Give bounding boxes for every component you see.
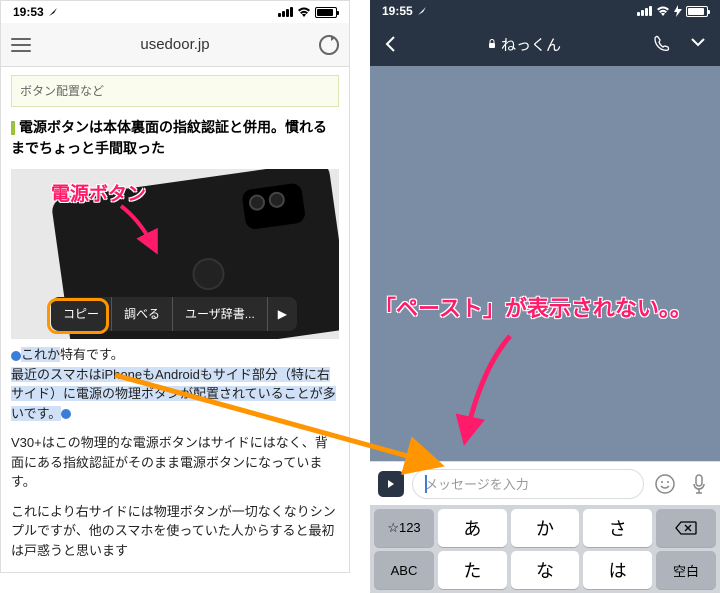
category-box: ボタン配置など xyxy=(11,75,339,107)
key-sa[interactable]: さ xyxy=(583,509,652,547)
signal-icon xyxy=(637,6,652,16)
status-time: 19:55 xyxy=(382,4,413,18)
key-delete[interactable] xyxy=(656,509,716,547)
emoji-button[interactable] xyxy=(652,471,678,497)
battery-icon xyxy=(686,6,708,17)
article-heading: 電源ボタンは本体裏面の指紋認証と併用。慣れるまでちょっと手間取った xyxy=(11,117,339,159)
lock-icon xyxy=(487,39,497,49)
chevron-down-icon[interactable] xyxy=(690,34,706,50)
chat-title: ねっくん xyxy=(487,34,561,55)
lookup-button[interactable]: 調べる xyxy=(112,297,173,331)
heading-text: 電源ボタンは本体裏面の指紋認証と併用。慣れるまでちょっと手間取った xyxy=(11,119,327,156)
mic-button[interactable] xyxy=(686,471,712,497)
key-ka[interactable]: か xyxy=(511,509,580,547)
input-placeholder: メッセージを入力 xyxy=(425,474,529,493)
signal-icon xyxy=(278,7,293,17)
key-ta[interactable]: た xyxy=(438,551,507,589)
page-content: ボタン配置など 電源ボタンは本体裏面の指紋認証と併用。慣れるまでちょっと手間取っ… xyxy=(1,67,349,578)
paragraph-3: これにより右サイドには物理ボタンが一切なくなりシンプルですが、他のスマホを使って… xyxy=(11,502,339,561)
fingerprint-sensor-icon xyxy=(190,256,226,292)
message-input[interactable]: メッセージを入力 xyxy=(412,469,644,499)
text-cursor-icon xyxy=(425,475,427,493)
selection-handle-start-icon[interactable] xyxy=(11,351,21,361)
wifi-icon xyxy=(297,7,311,17)
camera-lens-icon xyxy=(241,182,306,230)
product-photo[interactable]: 電源ボタン コピー 調べる ユーザ辞書... ▶ xyxy=(11,169,339,339)
more-button[interactable]: ▶ xyxy=(268,297,297,331)
menu-icon[interactable] xyxy=(11,38,31,52)
status-time: 19:53 xyxy=(13,5,44,19)
selected-paragraph[interactable]: これか特有です。 最近のスマホはiPhoneもAndroidもサイド部分（特に右… xyxy=(11,345,339,423)
charging-icon xyxy=(674,5,682,17)
battery-icon xyxy=(315,7,337,18)
message-input-bar: メッセージを入力 xyxy=(370,461,720,505)
status-bar-right: 19:55 xyxy=(370,0,720,22)
paragraph-2: V30+はこの物理的な電源ボタンはサイドにはなく、背面にある指紋認証がそのまま電… xyxy=(11,433,339,492)
key-space[interactable]: 空白 xyxy=(656,551,716,589)
right-phone-line: 19:55 ねっくん 「ペースト」が表示されない。。 xyxy=(370,0,720,573)
copy-button[interactable]: コピー xyxy=(51,297,112,331)
location-icon xyxy=(417,6,427,16)
annotation-paste-missing: 「ペースト」が表示されない。。 xyxy=(374,291,714,323)
chat-title-text: ねっくん xyxy=(501,34,561,55)
key-numbers[interactable]: ☆123 xyxy=(374,509,434,547)
expand-button[interactable] xyxy=(378,471,404,497)
location-icon xyxy=(48,7,58,17)
left-phone-safari: 19:53 usedoor.jp ボタン配置など 電源ボタンは本体裏面の指紋認証… xyxy=(0,0,350,573)
reload-icon[interactable] xyxy=(319,35,339,55)
chat-background[interactable]: 「ペースト」が表示されない。。 xyxy=(370,66,720,461)
wifi-icon xyxy=(656,6,670,16)
status-bar-left: 19:53 xyxy=(1,1,349,23)
key-a[interactable]: あ xyxy=(438,509,507,547)
call-icon[interactable] xyxy=(652,34,672,54)
back-icon[interactable] xyxy=(384,35,396,53)
key-ha[interactable]: は xyxy=(583,551,652,589)
text-selection-menu: コピー 調べる ユーザ辞書... ▶ xyxy=(51,297,297,331)
japanese-keyboard: ☆123 あ か さ ABC た な は 空白 xyxy=(370,505,720,593)
url-bar[interactable]: usedoor.jp xyxy=(41,36,309,53)
selection-handle-end-icon[interactable] xyxy=(61,409,71,419)
key-na[interactable]: な xyxy=(511,551,580,589)
key-abc[interactable]: ABC xyxy=(374,551,434,589)
arrow-pink-icon xyxy=(450,331,530,451)
line-chat-header: ねっくん xyxy=(370,22,720,66)
safari-navbar: usedoor.jp xyxy=(1,23,349,67)
arrow-pink-icon xyxy=(111,201,171,261)
user-dict-button[interactable]: ユーザ辞書... xyxy=(173,297,268,331)
highlighted-text: 最近のスマホはiPhoneもAndroidもサイド部分（特に右サイド）に電源の物… xyxy=(11,367,336,421)
